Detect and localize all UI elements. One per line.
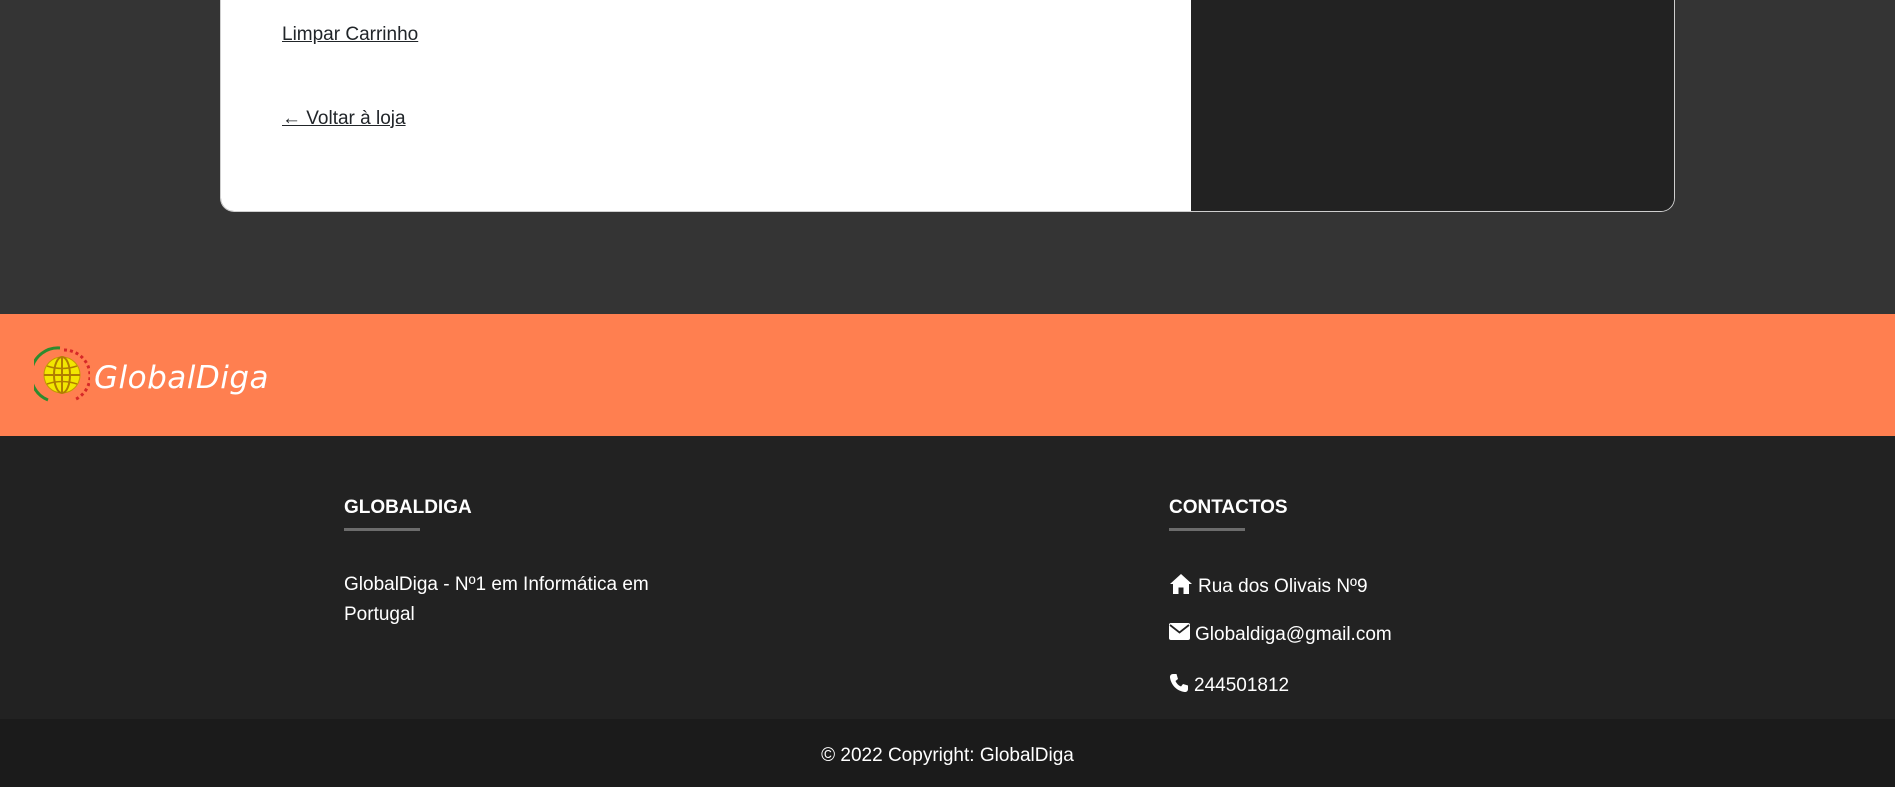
envelope-icon	[1169, 623, 1195, 646]
brand-bar: GlobalDiga	[0, 314, 1895, 436]
about-title: GLOBALDIGA	[344, 497, 472, 518]
home-icon	[1169, 573, 1198, 601]
phone-icon	[1169, 673, 1194, 699]
contacts-title: CONTACTOS	[1169, 497, 1288, 518]
about-text: GlobalDiga - Nº1 em Informática em Portu…	[344, 574, 649, 625]
contacts-title-underline	[1169, 528, 1245, 531]
email-row: Globaldiga@gmail.com	[1169, 623, 1392, 646]
cart-summary-panel	[1191, 0, 1674, 211]
logo[interactable]: GlobalDiga	[29, 344, 270, 411]
clear-cart-link[interactable]: Limpar Carrinho	[282, 24, 418, 46]
footer: GLOBALDIGA GlobalDiga - Nº1 em Informáti…	[0, 436, 1895, 719]
phone-row: 244501812	[1169, 673, 1289, 699]
email-text[interactable]: Globaldiga@gmail.com	[1195, 624, 1392, 646]
cart-actions: Limpar Carrinho ← Voltar à loja	[221, 0, 1191, 211]
copyright-bar: © 2022 Copyright: GlobalDiga	[0, 719, 1895, 787]
phone-text[interactable]: 244501812	[1194, 675, 1289, 697]
about-title-underline	[344, 528, 420, 531]
brand-name: GlobalDiga	[94, 359, 270, 396]
address-text: Rua dos Olivais Nº9	[1198, 576, 1368, 597]
back-to-shop-link[interactable]: ← Voltar à loja	[282, 108, 406, 130]
address-row: Rua dos Olivais Nº9	[1169, 573, 1368, 601]
globe-logo-icon	[29, 344, 92, 411]
copyright-text: © 2022 Copyright: GlobalDiga	[821, 745, 1074, 766]
cart-panel: Limpar Carrinho ← Voltar à loja	[220, 0, 1675, 212]
